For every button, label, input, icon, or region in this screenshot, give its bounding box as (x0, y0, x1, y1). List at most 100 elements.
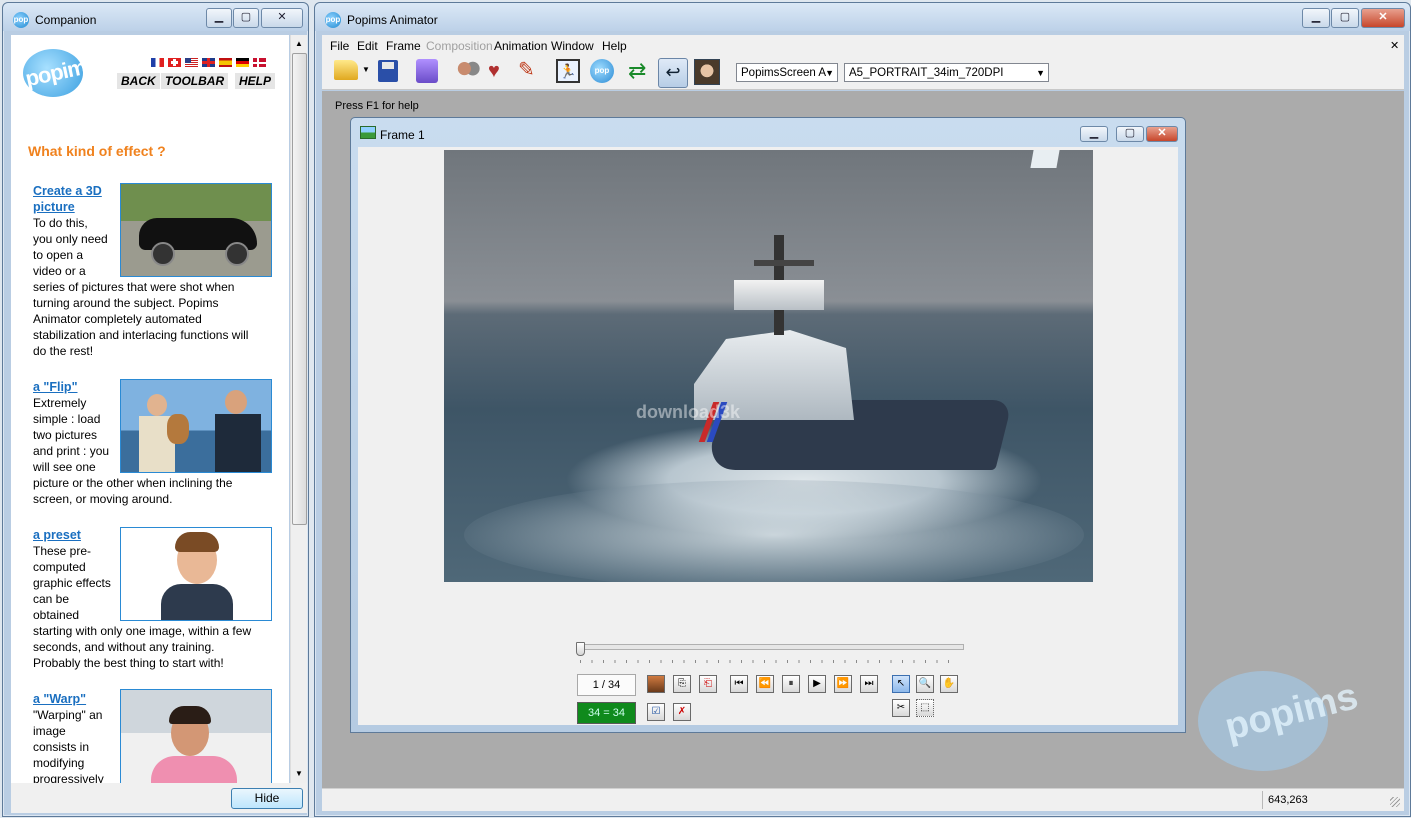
menu-frame[interactable]: Frame (386, 39, 421, 53)
frame-maximize-button[interactable]: ▢ (1116, 126, 1144, 142)
scroll-up-arrow-icon[interactable]: ▲ (295, 39, 303, 48)
previous-frame-button[interactable]: ⏪ (756, 675, 774, 693)
menu-edit[interactable]: Edit (357, 39, 378, 53)
back-button[interactable]: BACK (117, 73, 160, 89)
chevron-down-icon: ▼ (825, 68, 834, 78)
mdi-close-icon[interactable]: ✕ (1390, 39, 1399, 52)
link-create-3d-line2[interactable]: picture (33, 199, 102, 215)
loop-return-button[interactable]: ↩ (658, 58, 688, 88)
frame-minimize-button[interactable]: ▁ (1080, 126, 1108, 142)
main-titlebar[interactable]: pop Popims Animator ▁ ▢ ✕ (315, 3, 1410, 31)
scroll-down-arrow-icon[interactable]: ▼ (295, 769, 303, 778)
menu-animation[interactable]: Animation (494, 39, 547, 53)
slider-thumb[interactable] (576, 642, 585, 656)
screen-select[interactable]: PopimsScreen A ▼ (736, 63, 838, 82)
marquee-select-icon[interactable]: ⬚ (916, 699, 934, 717)
popims-app-icon: pop (13, 12, 29, 28)
open-folder-icon[interactable] (334, 60, 358, 80)
link-create-3d[interactable]: Create a 3D picture (33, 183, 102, 215)
thumbnail-boy[interactable] (120, 527, 272, 621)
minimize-button[interactable]: ▁ (206, 8, 232, 28)
hide-button[interactable]: Hide (231, 788, 303, 809)
link-preset[interactable]: a preset (33, 527, 81, 543)
flag-uk-icon[interactable] (202, 58, 215, 67)
item-warp-side-text: "Warping" an image consists in modifying pro… (33, 708, 104, 783)
main-maximize-button[interactable]: ▢ (1331, 8, 1359, 28)
main-close-button[interactable]: ✕ (1361, 8, 1405, 28)
first-frame-button[interactable]: ⏮ (730, 675, 748, 693)
flag-ch-icon[interactable] (168, 58, 181, 67)
menu-file[interactable]: File (330, 39, 349, 53)
thumbnail-sailors[interactable] (120, 379, 272, 473)
open-dropdown-arrow-icon[interactable]: ▼ (362, 65, 370, 74)
link-warp[interactable]: a "Warp" (33, 691, 86, 707)
status-pane-divider (1262, 791, 1263, 809)
companion-titlebar[interactable]: pop Companion ▁ ▢ ✕ (3, 3, 308, 31)
crop-tool-icon[interactable]: ✂ (892, 699, 910, 717)
format-select[interactable]: A5_PORTRAIT_34im_720DPI ▼ (844, 63, 1049, 82)
close-button[interactable]: ✕ (261, 8, 303, 28)
main-minimize-button[interactable]: ▁ (1302, 8, 1330, 28)
format-select-value: A5_PORTRAIT_34im_720DPI (849, 67, 1004, 79)
photo-thumbnail-button[interactable] (647, 675, 665, 693)
heart-effect-icon[interactable]: ♥ (488, 61, 500, 81)
companion-scrollbar[interactable]: ▲ ▼ (290, 35, 307, 783)
slider-ticks (580, 660, 958, 663)
frame-remove-button[interactable]: ✗ (673, 703, 691, 721)
face-mask-icon[interactable] (694, 59, 720, 85)
magic-wand-icon[interactable]: ✎ (518, 59, 535, 81)
flag-dk-icon[interactable] (253, 58, 266, 67)
help-button[interactable]: HELP (235, 73, 276, 89)
two-faces-icon[interactable] (456, 59, 480, 83)
play-button[interactable]: ▶ (808, 675, 826, 693)
frame-close-button[interactable]: ✕ (1146, 126, 1178, 142)
resize-grip-icon[interactable] (1390, 797, 1400, 807)
next-frame-button[interactable]: ⏩ (834, 675, 852, 693)
item-flip-full-text: picture or the other when inclining the s… (33, 476, 233, 506)
last-frame-button[interactable]: ⏭ (860, 675, 878, 693)
timeline-slider[interactable] (576, 642, 964, 666)
logo-corner-icon (1030, 150, 1060, 168)
frame1-window: Frame 1 ▁ ▢ ✕ download3k 1 / 34 34 = 34 … (350, 117, 1186, 733)
flag-de-icon[interactable] (236, 58, 249, 67)
thumbnail-car[interactable] (120, 183, 272, 277)
item-flip-side-text: Extremely simple : load two pictures and pr… (33, 396, 110, 474)
thumbnail-man[interactable] (120, 689, 272, 783)
toolbar-button[interactable]: TOOLBAR (161, 73, 229, 89)
menu-composition[interactable]: Composition (426, 39, 493, 53)
menu-window[interactable]: Window (551, 39, 594, 53)
slider-track (576, 644, 964, 650)
item-preset-full-text: starting with only one image, within a f… (33, 624, 252, 670)
save-disk-icon[interactable] (378, 60, 398, 82)
frame1-title: Frame 1 (380, 128, 425, 142)
menu-bar: File Edit Frame Composition Animation Wi… (322, 35, 1404, 55)
screen-select-value: PopimsScreen A (741, 67, 827, 79)
link-create-3d-line1[interactable]: Create a 3D (33, 183, 102, 199)
main-title: Popims Animator (347, 13, 438, 27)
toolbar: ▼ ♥ ✎ 🏃 pop ⇄ ↩ PopimsScreen A ▼ A5_PORTR… (322, 55, 1404, 90)
flag-us-icon[interactable] (185, 58, 198, 67)
popims-animator-window: pop Popims Animator ▁ ▢ ✕ File Edit Fram… (314, 2, 1411, 817)
frame-image-icon (360, 126, 376, 139)
flag-es-icon[interactable] (219, 58, 232, 67)
status-hint: Press F1 for help (335, 100, 419, 112)
zoom-magnifier-icon[interactable]: 🔍 (916, 675, 934, 693)
popims-pop-icon[interactable]: pop (590, 59, 614, 83)
pause-button[interactable]: ⏸ (782, 675, 800, 693)
frame1-client: download3k 1 / 34 34 = 34 ⎘ ⎗ ☑ ✗ ⏮ ⏪ ⏸ … (358, 147, 1178, 725)
pan-hand-icon[interactable]: ✋ (940, 675, 958, 693)
frame-check-button[interactable]: ☑ (647, 703, 665, 721)
swap-arrows-icon[interactable]: ⇄ (628, 59, 646, 83)
frame-counter: 1 / 34 (577, 674, 636, 696)
flag-fr-icon[interactable] (151, 58, 164, 67)
maximize-button[interactable]: ▢ (233, 8, 259, 28)
scrollbar-thumb[interactable] (292, 53, 307, 525)
menu-help[interactable]: Help (602, 39, 627, 53)
portrait-tool-icon[interactable] (416, 59, 438, 83)
film-runner-icon[interactable]: 🏃 (556, 59, 580, 83)
frame1-titlebar[interactable]: Frame 1 ▁ ▢ ✕ (351, 118, 1185, 146)
select-pointer-button[interactable]: ↖ (892, 675, 910, 693)
frame-delete-button[interactable]: ⎗ (699, 675, 717, 693)
frame-insert-button[interactable]: ⎘ (673, 675, 691, 693)
link-flip[interactable]: a "Flip" (33, 379, 78, 395)
